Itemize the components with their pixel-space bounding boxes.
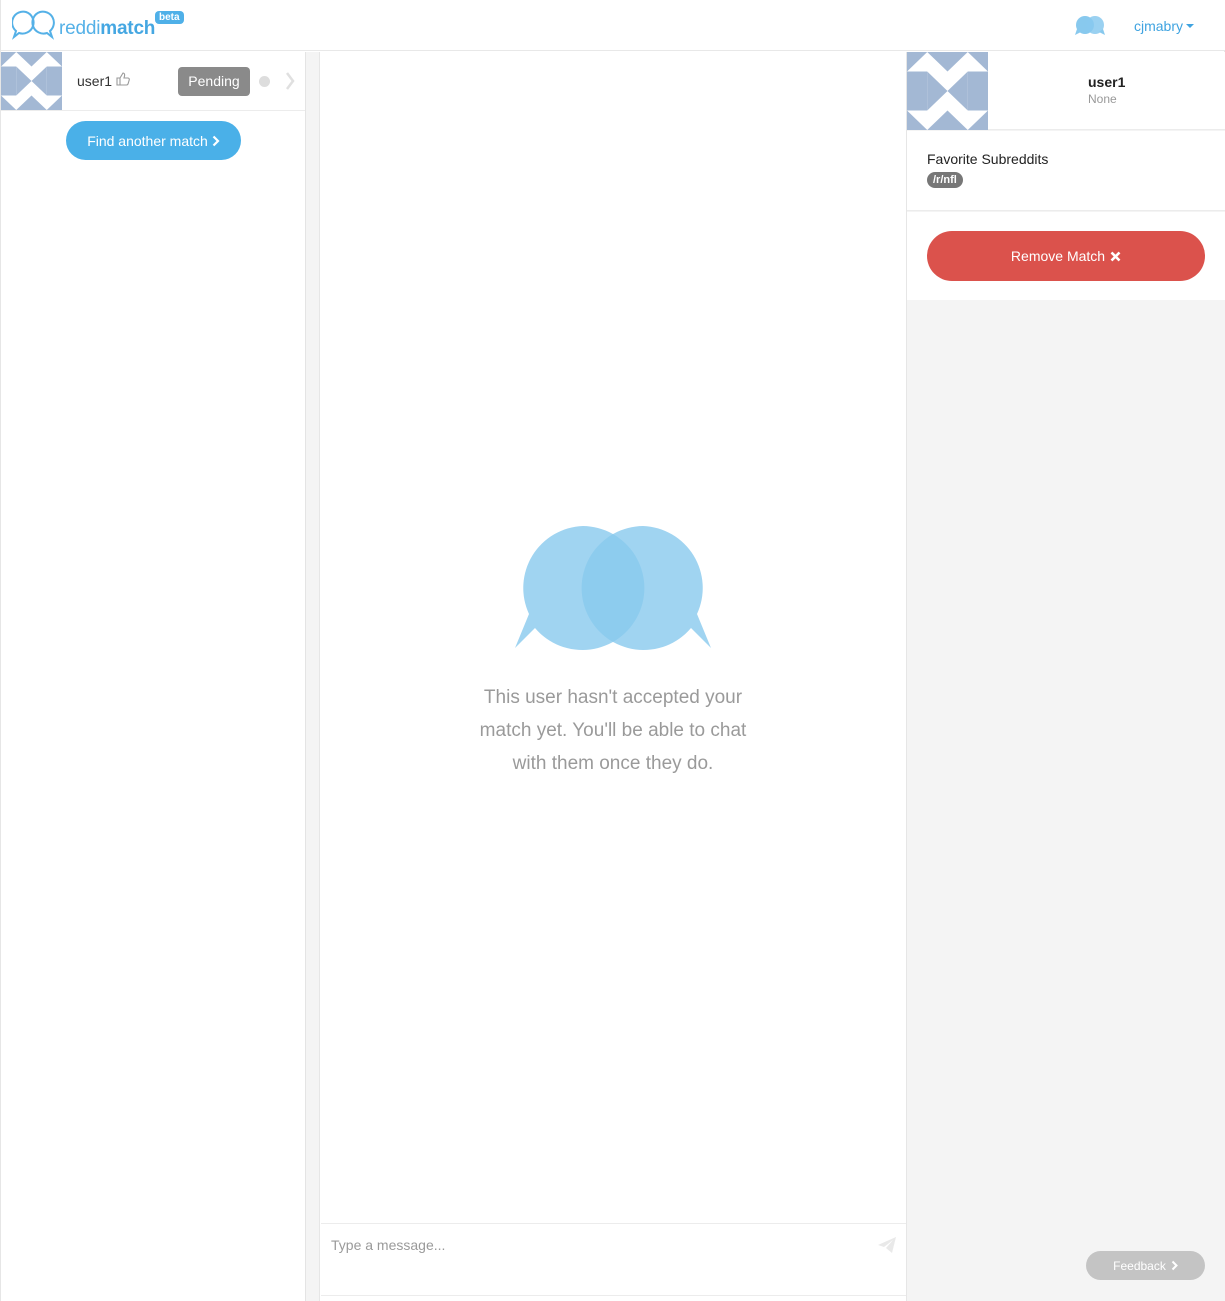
speech-bubbles-icon[interactable] — [1074, 15, 1106, 37]
favorite-subreddits-heading: Favorite Subreddits — [927, 151, 1049, 167]
close-icon — [1110, 251, 1121, 261]
profile-card: user1 None — [907, 52, 1225, 130]
column-divider — [306, 52, 320, 1301]
profile-username: user1 — [1088, 74, 1126, 90]
remove-match-button[interactable]: Remove Match — [927, 231, 1205, 281]
message-composer — [321, 1223, 906, 1296]
send-icon[interactable] — [877, 1236, 897, 1254]
profile-panel: user1 None Favorite Subreddits /r/nfl Re… — [906, 52, 1225, 1301]
user-menu[interactable]: cjmabry — [1134, 18, 1195, 34]
app-page: reddimatch beta cjmabry user1 Pending Fi… — [0, 0, 1225, 1301]
chevron-right-icon — [212, 135, 220, 146]
caret-down-icon — [1186, 24, 1195, 28]
identicon-avatar — [1, 52, 62, 110]
remove-match-card: Remove Match — [907, 212, 1225, 300]
identicon-avatar — [907, 52, 988, 130]
speech-bubbles-icon — [515, 526, 711, 650]
pending-notice: This user hasn't accepted your match yet… — [479, 687, 747, 774]
message-input[interactable] — [331, 1234, 871, 1256]
logo-bubbles-icon — [12, 10, 55, 40]
top-header: reddimatch beta cjmabry — [1, 0, 1225, 51]
feedback-label: Feedback — [1113, 1258, 1166, 1273]
beta-badge: beta — [155, 11, 184, 24]
logo[interactable]: reddimatch beta — [12, 10, 184, 40]
find-another-match-button[interactable]: Find another match — [66, 121, 241, 160]
match-list-panel: user1 Pending Find another match — [1, 52, 306, 1301]
chat-panel: This user hasn't accepted your match yet… — [321, 52, 906, 1301]
chevron-right-icon — [286, 72, 295, 90]
favorite-subreddits-card: Favorite Subreddits /r/nfl — [907, 131, 1225, 211]
find-another-match-label: Find another match — [87, 132, 208, 149]
remove-match-label: Remove Match — [1010, 248, 1106, 264]
chevron-right-icon — [1171, 1260, 1178, 1271]
status-dot — [259, 76, 270, 87]
match-list-item[interactable]: user1 Pending — [1, 52, 305, 111]
profile-subtitle: None — [1088, 92, 1117, 106]
thumbs-up-icon — [116, 72, 130, 86]
pending-badge: Pending — [178, 67, 250, 96]
logo-text: reddimatch — [59, 18, 156, 39]
username-label: cjmabry — [1134, 18, 1184, 34]
match-username: user1 — [77, 73, 113, 89]
subreddit-tag[interactable]: /r/nfl — [927, 172, 963, 188]
feedback-button[interactable]: Feedback — [1086, 1251, 1205, 1280]
